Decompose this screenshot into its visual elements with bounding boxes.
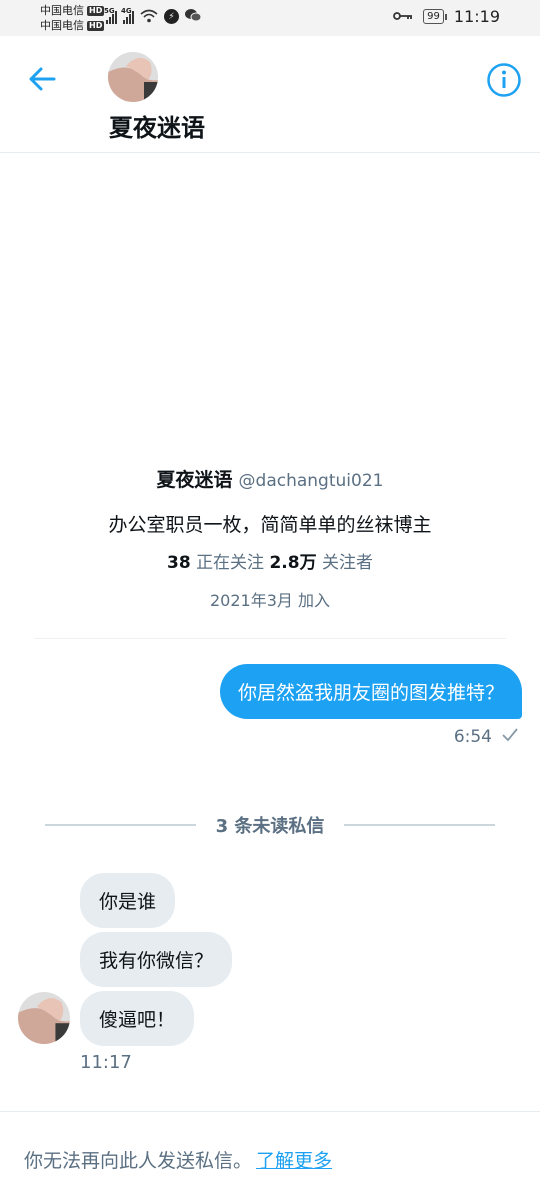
following-count: 38: [166, 553, 191, 573]
profile-stats: 38 正在关注 2.8万 关注者: [0, 549, 540, 577]
divider: [34, 638, 506, 639]
message-time: 11:17: [80, 1052, 132, 1073]
dm-conversation-screen: 中国电信 HD 中国电信 HD 5G 4G ⚡ 99 11:19 夏夜迷语 夏夜…: [0, 0, 540, 1200]
back-button[interactable]: [26, 62, 60, 96]
profile-joined-date: 2021年3月 加入: [210, 591, 330, 610]
sent-message-meta: 6:54: [454, 726, 518, 747]
profile-summary[interactable]: 夏夜迷语 @dachangtui021 办公室职员一枚，简简单单的丝袜博主 38 …: [0, 466, 540, 611]
signal-icon: 5G: [104, 7, 117, 24]
conversation-title: 夏夜迷语: [109, 114, 205, 142]
following-label: 正在关注: [196, 553, 265, 573]
hd-badge: HD: [87, 5, 105, 16]
status-bar: 中国电信 HD 中国电信 HD 5G 4G ⚡ 99 11:19: [0, 0, 540, 36]
signal-icon: 4G: [121, 7, 134, 24]
power-saver-icon: ⚡: [164, 9, 179, 24]
received-message-bubble[interactable]: 你是谁: [80, 873, 176, 928]
battery-icon: 99: [423, 9, 447, 24]
info-button[interactable]: [486, 62, 522, 98]
profile-name-line: 夏夜迷语 @dachangtui021: [0, 466, 540, 495]
profile-bio: 办公室职员一枚，简简单单的丝袜博主: [108, 514, 432, 536]
wifi-icon: [140, 9, 158, 25]
unread-count-label: 3 条未读私信: [215, 816, 325, 837]
carrier-name: 中国电信: [40, 4, 84, 17]
carrier-info: 中国电信 HD 中国电信 HD: [40, 3, 105, 33]
hd-badge: HD: [87, 20, 105, 31]
received-message-bubble[interactable]: 我有你微信？: [80, 932, 233, 987]
profile-display-name: 夏夜迷语: [156, 469, 233, 491]
followers-label: 关注者: [322, 553, 373, 573]
dm-disabled-footer: 你无法再向此人发送私信。 了解更多: [0, 1111, 540, 1200]
status-right: 99 11:19: [393, 7, 500, 26]
info-circle-icon: [487, 63, 521, 97]
status-icons: 5G 4G ⚡: [104, 7, 202, 25]
received-message-bubble[interactable]: 傻逼吧！: [80, 991, 195, 1046]
profile-handle: @dachangtui021: [238, 471, 384, 491]
unread-divider: 3 条未读私信: [45, 812, 496, 838]
divider-line: [344, 824, 496, 826]
sent-message-bubble[interactable]: 你居然盗我朋友圈的图发推特？: [219, 664, 522, 719]
key-icon: [393, 9, 413, 25]
clock: 11:19: [453, 7, 500, 26]
followers-count: 2.8万: [269, 553, 317, 573]
wechat-icon: [185, 8, 202, 25]
conversation-header: 夏夜迷语: [0, 36, 540, 153]
learn-more-link[interactable]: 了解更多: [256, 1150, 332, 1172]
divider-line: [45, 824, 196, 826]
notice-text: 你无法再向此人发送私信。: [24, 1150, 253, 1172]
avatar[interactable]: [18, 992, 70, 1044]
carrier-name: 中国电信: [40, 19, 84, 32]
check-icon: [502, 726, 518, 747]
arrow-left-icon: [29, 67, 56, 91]
dm-disabled-notice: 你无法再向此人发送私信。 了解更多: [24, 1146, 332, 1173]
avatar[interactable]: [108, 52, 158, 102]
message-time: 6:54: [453, 726, 492, 747]
